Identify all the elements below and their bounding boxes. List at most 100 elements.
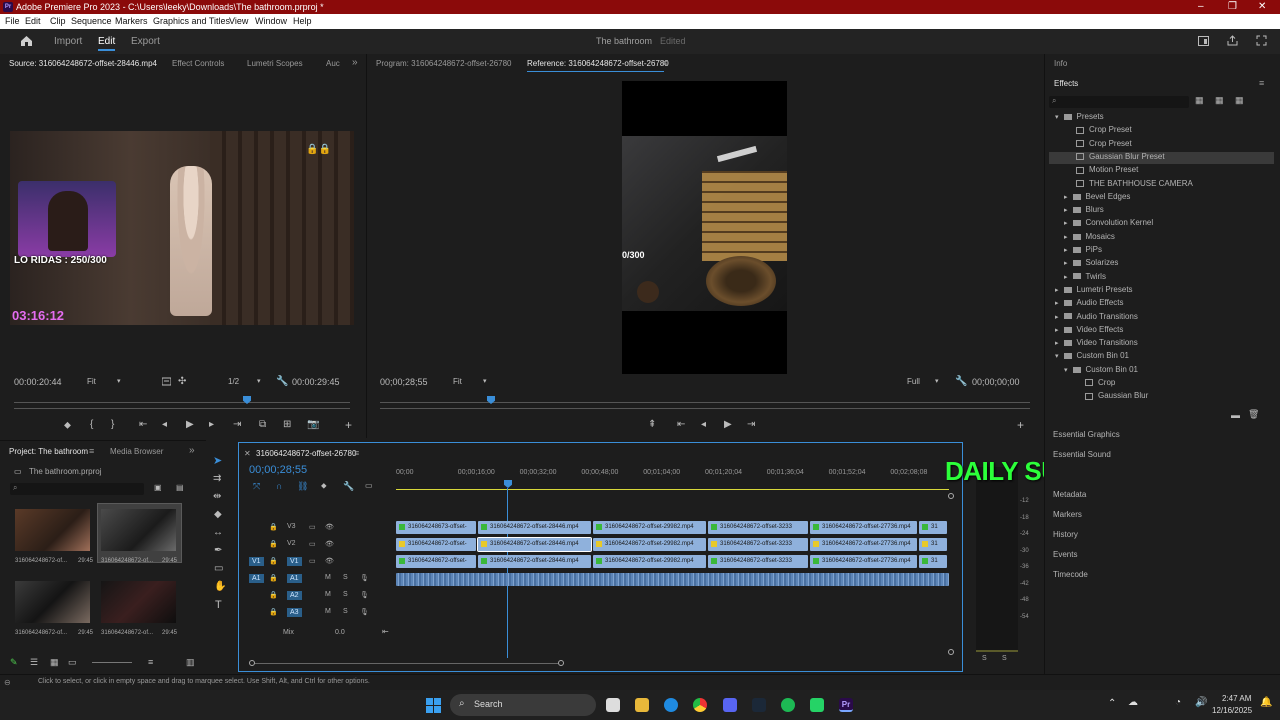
source-patch[interactable]: V1 bbox=[249, 557, 264, 566]
taskbar-time[interactable]: 2:47 AM bbox=[1222, 694, 1251, 703]
go-to-out-icon[interactable]: ⇥ bbox=[233, 419, 241, 430]
captions-icon[interactable]: ▭ bbox=[365, 481, 373, 490]
mic-icon[interactable]: 🎙 bbox=[360, 608, 369, 616]
windows-start-icon[interactable] bbox=[426, 698, 441, 713]
track-label[interactable]: A2 bbox=[287, 591, 302, 600]
32bit-effects-icon[interactable]: ▦ bbox=[1215, 95, 1224, 106]
insert-icon[interactable]: ⧉ bbox=[259, 419, 266, 430]
chevron-right-icon[interactable]: ▸ bbox=[1064, 194, 1068, 201]
whatsapp-icon[interactable] bbox=[810, 698, 824, 712]
workspaces-icon[interactable] bbox=[1198, 36, 1209, 46]
chevron-right-icon[interactable]: ▸ bbox=[1055, 327, 1059, 334]
time-ruler[interactable]: 00;00 00;00;16;00 00;00;32;00 00;00;48;00 00… bbox=[396, 469, 951, 481]
list-view-icon[interactable]: ☰ bbox=[30, 657, 38, 668]
eye-icon[interactable]: 👁 bbox=[325, 557, 334, 565]
clip-area[interactable]: 316064248673-offset- 316064248672-offset-… bbox=[396, 521, 949, 591]
close-button[interactable]: ✕ bbox=[1258, 1, 1266, 12]
clip-thumbnail[interactable] bbox=[15, 581, 90, 623]
effects-tree-item[interactable]: ▸ PiPs bbox=[1064, 245, 1102, 254]
task-view-icon[interactable] bbox=[606, 698, 620, 712]
menu-sequence[interactable]: Sequence bbox=[71, 16, 112, 26]
tab-import[interactable]: Import bbox=[54, 36, 82, 47]
effects-tree-item[interactable]: ▸ Video Transitions bbox=[1055, 338, 1138, 347]
source-resolution-select[interactable]: 1/2 bbox=[228, 377, 239, 386]
tab-source[interactable]: Source: 316064248672-offset-28446.mp4 bbox=[9, 59, 157, 68]
lock-icon[interactable]: 🔒 bbox=[269, 608, 278, 616]
rectangle-tool-icon[interactable]: ▭ bbox=[214, 563, 223, 574]
timeline-clip[interactable]: 316064248672-offset-29982.mp4 bbox=[593, 521, 706, 534]
tab-project[interactable]: Project: The bathroom bbox=[9, 447, 88, 456]
nest-icon[interactable]: ⤧ bbox=[253, 481, 260, 492]
effects-tree-item[interactable]: ▸ Lumetri Presets bbox=[1055, 285, 1133, 294]
effects-tree-item[interactable]: ▸ Solarizes bbox=[1064, 258, 1118, 267]
source-zoom-bar[interactable] bbox=[14, 408, 350, 412]
maximize-button[interactable]: ❐ bbox=[1228, 1, 1237, 12]
linked-selection-icon[interactable]: ⛓ bbox=[297, 481, 308, 492]
effects-tree-item[interactable]: Crop bbox=[1073, 378, 1115, 387]
panel-menu-icon[interactable]: ≡ bbox=[89, 446, 94, 456]
track-label[interactable]: A3 bbox=[287, 608, 302, 617]
chevron-right-icon[interactable]: ▸ bbox=[1064, 220, 1068, 227]
type-tool-icon[interactable]: T bbox=[215, 599, 222, 611]
effects-tree-item[interactable]: ▾ Presets bbox=[1055, 112, 1104, 121]
sort-icon[interactable]: ≡ bbox=[148, 657, 153, 667]
add-button-icon[interactable]: + bbox=[345, 418, 352, 432]
zoom-slider[interactable] bbox=[92, 662, 132, 663]
taskbar-search-box[interactable]: ⌕ Search bbox=[450, 694, 596, 716]
chevron-right-icon[interactable]: ▸ bbox=[1064, 234, 1068, 241]
add-marker-icon[interactable]: ⬥ bbox=[64, 420, 71, 431]
work-area-bar[interactable] bbox=[396, 489, 949, 490]
razor-tool-icon[interactable]: ◆ bbox=[214, 509, 222, 520]
toggle-sync-icon[interactable]: ▭ bbox=[309, 540, 316, 548]
menu-clip[interactable]: Clip bbox=[50, 16, 66, 26]
tab-reference[interactable]: Reference: 316064248672-offset-26780 bbox=[527, 59, 669, 68]
chevron-right-icon[interactable]: ▸ bbox=[1064, 207, 1068, 214]
track-label[interactable]: V1 bbox=[287, 557, 302, 566]
tab-info[interactable]: Info bbox=[1054, 59, 1067, 68]
play-icon[interactable]: ▶ bbox=[186, 419, 194, 430]
menu-window[interactable]: Window bbox=[255, 16, 287, 26]
tab-lumetri-scopes[interactable]: Lumetri Scopes bbox=[247, 59, 303, 68]
effects-tree-item[interactable]: Motion Preset bbox=[1064, 165, 1138, 174]
settings-list-icon[interactable] bbox=[162, 377, 171, 386]
chevron-down-icon[interactable]: ▾ bbox=[117, 377, 121, 385]
solo-right-button[interactable]: S bbox=[1002, 655, 1007, 662]
more-tabs-icon[interactable]: » bbox=[352, 57, 358, 68]
effects-tree-item[interactable]: Crop Preset bbox=[1064, 125, 1132, 134]
chevron-right-icon[interactable]: ▸ bbox=[1055, 287, 1059, 294]
timeline-clip[interactable]: 316064248672-offset-28446.mp4 bbox=[478, 521, 591, 534]
freeform-view-icon[interactable]: ▭ bbox=[68, 657, 77, 668]
panel-essential-sound[interactable]: Essential Sound bbox=[1053, 450, 1111, 459]
effects-tree-item[interactable]: ▾ Custom Bin 01 bbox=[1064, 365, 1138, 374]
wrench-icon[interactable]: 🔧 bbox=[955, 376, 967, 387]
mark-in-icon[interactable]: { bbox=[90, 419, 93, 430]
menu-edit[interactable]: Edit bbox=[25, 16, 41, 26]
timeline-clip[interactable]: 316064248672-offset-28446.mp4 bbox=[478, 555, 591, 568]
source-fit-select[interactable]: Fit bbox=[87, 377, 96, 386]
panel-timecode[interactable]: Timecode bbox=[1053, 570, 1088, 579]
yuv-effects-icon[interactable]: ▦ bbox=[1235, 95, 1244, 106]
delete-icon[interactable]: 🗑 bbox=[1248, 409, 1259, 420]
effects-tree-item[interactable]: THE BATHHOUSE CAMERA bbox=[1064, 179, 1193, 188]
chevron-down-icon[interactable]: ▾ bbox=[1064, 367, 1068, 374]
timeline-clip[interactable]: 316064248672-offset-29982.mp4 bbox=[593, 538, 706, 551]
lock-icon[interactable]: 🔒 bbox=[269, 591, 278, 599]
timeline-playhead[interactable] bbox=[504, 480, 512, 488]
effects-title[interactable]: Effects bbox=[1054, 79, 1078, 88]
spotify-icon[interactable] bbox=[781, 698, 795, 712]
panel-events[interactable]: Events bbox=[1053, 550, 1077, 559]
clip-thumbnail[interactable] bbox=[15, 509, 90, 551]
mute-button[interactable]: M bbox=[325, 591, 331, 598]
tab-edit[interactable]: Edit bbox=[98, 36, 116, 51]
ripple-edit-icon[interactable]: ⇹ bbox=[213, 491, 221, 502]
timeline-clip[interactable]: 316064248672-offset-3233 bbox=[708, 555, 808, 568]
chevron-right-icon[interactable]: ▸ bbox=[1055, 300, 1059, 307]
menu-graphics[interactable]: Graphics and Titles bbox=[153, 16, 230, 26]
track-label[interactable]: V2 bbox=[287, 540, 296, 547]
pen-icon[interactable]: ✎ bbox=[10, 657, 18, 668]
mix-value[interactable]: 0.0 bbox=[335, 629, 345, 636]
minimize-button[interactable]: – bbox=[1198, 1, 1204, 12]
tray-chevron-icon[interactable]: ⌃ bbox=[1108, 698, 1116, 709]
new-bin-icon[interactable]: ▬ bbox=[1231, 410, 1240, 420]
chevron-down-icon[interactable]: ▾ bbox=[935, 377, 939, 385]
